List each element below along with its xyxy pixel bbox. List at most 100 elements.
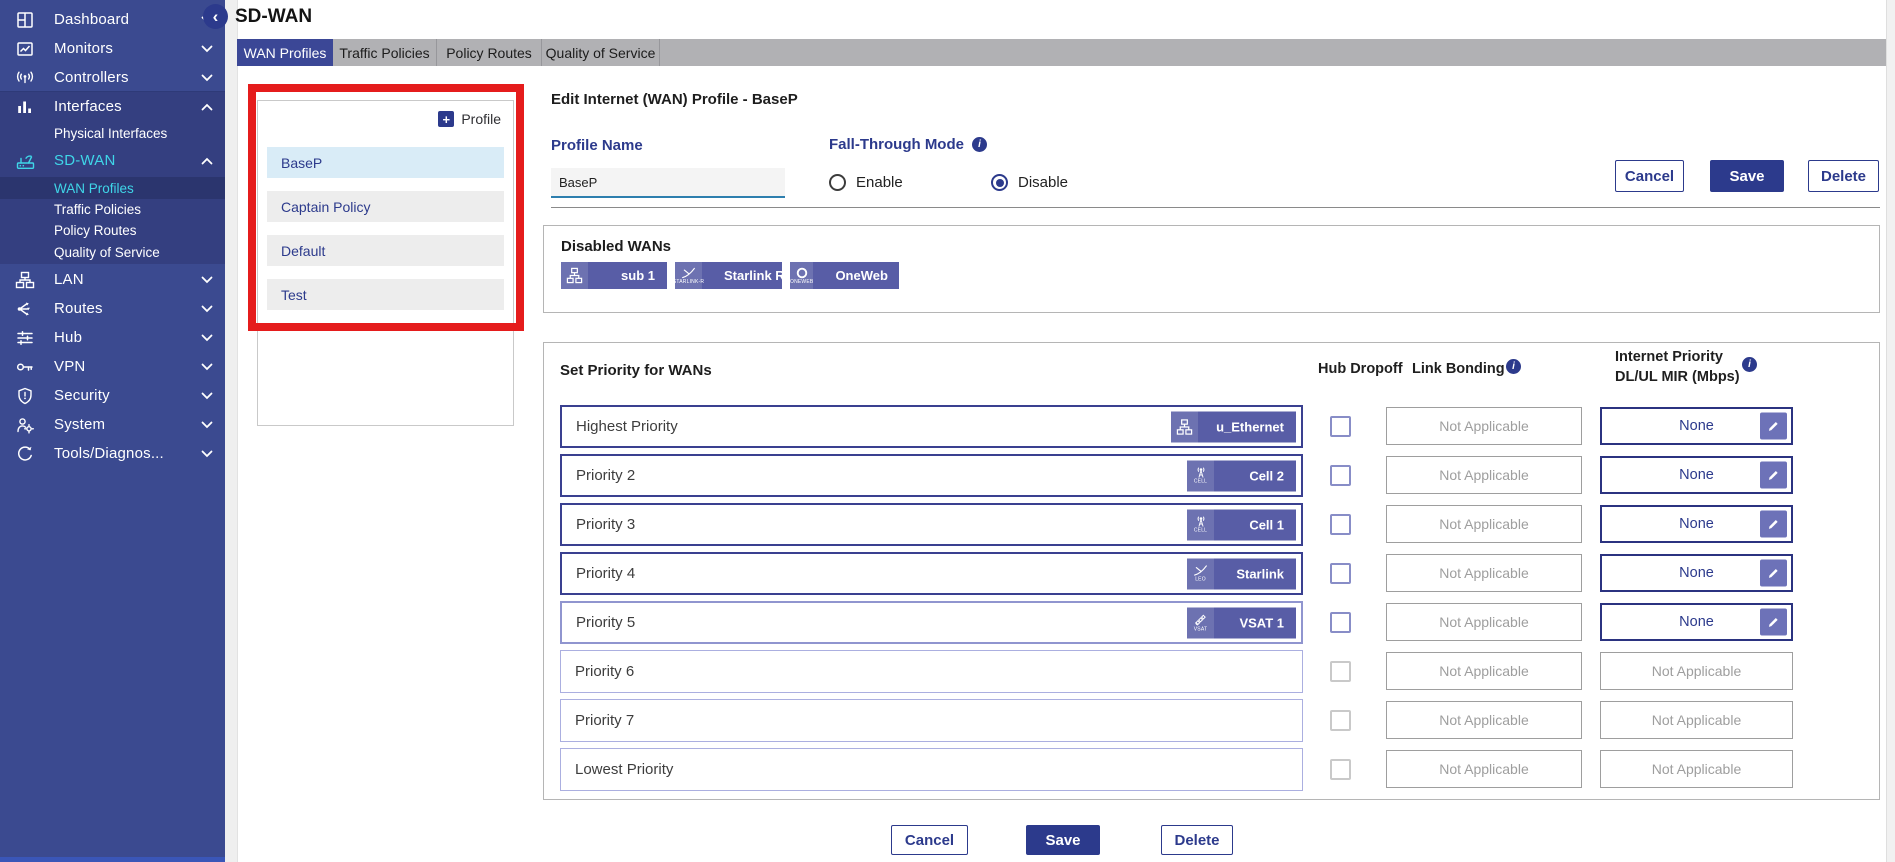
edit-icon[interactable] <box>1760 511 1787 538</box>
wan-chip-starlink[interactable]: LEO Starlink <box>1187 558 1296 589</box>
cell-tower-icon: CELL <box>1187 509 1214 540</box>
wan-chip-label: OneWeb <box>813 262 900 289</box>
app-window: Dashboard Monitors Controllers Interface… <box>0 0 1895 862</box>
priority-row-4[interactable]: Priority 4 LEO Starlink <box>560 552 1303 595</box>
sidebar-item-wan-profiles[interactable]: WAN Profiles <box>0 177 225 199</box>
hub-dropoff-checkbox[interactable] <box>1330 514 1351 535</box>
tab-wan-profiles[interactable]: WAN Profiles <box>237 39 333 66</box>
delete-button-top[interactable]: Delete <box>1808 160 1879 192</box>
wan-chip-u-ethernet[interactable]: u_Ethernet <box>1171 411 1296 442</box>
fall-through-mode-label: Fall-Through Mode <box>829 136 964 153</box>
internet-priority-field[interactable]: None <box>1600 554 1793 592</box>
router-icon <box>13 151 37 171</box>
sidebar-subitem-label: Traffic Policies <box>54 202 141 217</box>
add-profile-label: Profile <box>461 111 501 127</box>
sidebar-item-monitors[interactable]: Monitors <box>0 34 225 63</box>
disabled-wans-panel: Disabled WANs sub 1 STARLINK-R Starlink … <box>543 225 1880 313</box>
internet-priority-value: None <box>1679 467 1714 483</box>
priority-row-highest[interactable]: Highest Priority u_Ethernet <box>560 405 1303 448</box>
chevron-down-icon <box>201 74 213 82</box>
page-scrollbar[interactable] <box>1886 0 1895 862</box>
sidebar-item-security[interactable]: Security <box>0 381 225 410</box>
profile-item-test[interactable]: Test <box>267 279 504 310</box>
tab-label: Policy Routes <box>446 45 532 61</box>
profile-item-captain-policy[interactable]: Captain Policy <box>267 191 504 222</box>
sidebar-item-vpn[interactable]: VPN <box>0 352 225 381</box>
hub-dropoff-checkbox[interactable] <box>1330 416 1351 437</box>
priority-row-3[interactable]: Priority 3 CELL Cell 1 <box>560 503 1303 546</box>
radio-selected-icon <box>991 174 1008 191</box>
priority-row-6[interactable]: Priority 6 <box>560 650 1303 693</box>
edit-icon[interactable] <box>1760 413 1787 440</box>
sidebar-item-label: Routes <box>54 300 103 317</box>
wan-chip-cell1[interactable]: CELL Cell 1 <box>1187 509 1296 540</box>
sidebar-scrollbar[interactable] <box>225 0 238 862</box>
internet-priority-field[interactable]: None <box>1600 505 1793 543</box>
radio-unselected-icon <box>829 174 846 191</box>
sidebar-item-quality-of-service[interactable]: Quality of Service <box>0 241 225 264</box>
profile-item-label: Default <box>281 243 325 259</box>
edit-icon[interactable] <box>1760 462 1787 489</box>
hub-dropoff-checkbox[interactable] <box>1330 563 1351 584</box>
enable-radio[interactable]: Enable <box>829 174 903 191</box>
info-icon[interactable]: i <box>972 137 987 152</box>
wan-chip-cell2[interactable]: CELL Cell 2 <box>1187 460 1296 491</box>
wan-chip-vsat1[interactable]: VSAT VSAT 1 <box>1187 607 1296 638</box>
chevron-down-icon <box>201 45 213 53</box>
chevron-down-icon <box>201 305 213 313</box>
sidebar-item-tools-diagnostics[interactable]: Tools/Diagnos... <box>0 439 225 468</box>
sidebar-item-traffic-policies[interactable]: Traffic Policies <box>0 199 225 220</box>
sidebar-item-label: System <box>54 416 105 433</box>
ethernet-icon <box>561 262 588 289</box>
sidebar-item-dashboard[interactable]: Dashboard <box>0 5 225 34</box>
info-icon[interactable]: i <box>1742 357 1757 372</box>
collapse-sidebar-button[interactable]: ‹ <box>203 4 228 29</box>
sidebar-item-lan[interactable]: LAN <box>0 265 225 294</box>
cancel-button-top[interactable]: Cancel <box>1615 160 1684 192</box>
tab-policy-routes[interactable]: Policy Routes <box>437 39 542 66</box>
info-icon[interactable]: i <box>1506 359 1521 374</box>
chip-caption: STARLINK-R <box>673 280 704 285</box>
priority-row-5[interactable]: Priority 5 VSAT VSAT 1 <box>560 601 1303 644</box>
cancel-button-bottom[interactable]: Cancel <box>891 825 968 855</box>
page-title: SD-WAN <box>235 6 312 28</box>
save-button-top[interactable]: Save <box>1710 160 1784 192</box>
wan-chip-label: Cell 1 <box>1214 509 1296 540</box>
wan-chip-sub1[interactable]: sub 1 <box>561 262 667 289</box>
disable-radio[interactable]: Disable <box>991 174 1068 191</box>
sidebar-item-controllers[interactable]: Controllers <box>0 63 225 92</box>
profile-item-basep[interactable]: BaseP <box>267 147 504 178</box>
sidebar-item-sd-wan[interactable]: SD-WAN <box>0 146 225 175</box>
priority-row-2[interactable]: Priority 2 CELL Cell 2 <box>560 454 1303 497</box>
edit-icon[interactable] <box>1760 609 1787 636</box>
tab-traffic-policies[interactable]: Traffic Policies <box>333 39 437 66</box>
tab-quality-of-service[interactable]: Quality of Service <box>542 39 660 66</box>
delete-button-bottom[interactable]: Delete <box>1161 825 1233 855</box>
internet-priority-value: None <box>1679 565 1714 581</box>
save-button-bottom[interactable]: Save <box>1026 825 1100 855</box>
sidebar-item-label: Hub <box>54 329 82 346</box>
internet-priority-field[interactable]: None <box>1600 603 1793 641</box>
chevron-down-icon <box>201 450 213 458</box>
sidebar-item-system[interactable]: System <box>0 410 225 439</box>
profile-item-default[interactable]: Default <box>267 235 504 266</box>
profile-name-input[interactable] <box>551 168 785 198</box>
sidebar-item-policy-routes[interactable]: Policy Routes <box>0 220 225 241</box>
sidebar-item-hub[interactable]: Hub <box>0 323 225 352</box>
hub-dropoff-checkbox[interactable] <box>1330 612 1351 633</box>
wan-chip-oneweb[interactable]: ONEWEB OneWeb <box>790 262 899 289</box>
edit-icon[interactable] <box>1760 560 1787 587</box>
hub-dropoff-checkbox[interactable] <box>1330 465 1351 486</box>
add-profile-button[interactable]: + Profile <box>438 111 501 127</box>
profile-item-label: Test <box>281 287 307 303</box>
sidebar-item-interfaces[interactable]: Interfaces <box>0 92 225 121</box>
priority-row-7[interactable]: Priority 7 <box>560 699 1303 742</box>
sidebar-item-routes[interactable]: Routes <box>0 294 225 323</box>
chevron-down-icon <box>201 363 213 371</box>
priority-row-lowest[interactable]: Lowest Priority <box>560 748 1303 791</box>
internet-priority-field[interactable]: None <box>1600 407 1793 445</box>
internet-priority-field[interactable]: None <box>1600 456 1793 494</box>
sidebar-item-physical-interfaces[interactable]: Physical Interfaces <box>0 121 225 146</box>
oneweb-icon: ONEWEB <box>790 262 813 289</box>
wan-chip-starlink-r[interactable]: STARLINK-R Starlink R <box>675 262 782 289</box>
